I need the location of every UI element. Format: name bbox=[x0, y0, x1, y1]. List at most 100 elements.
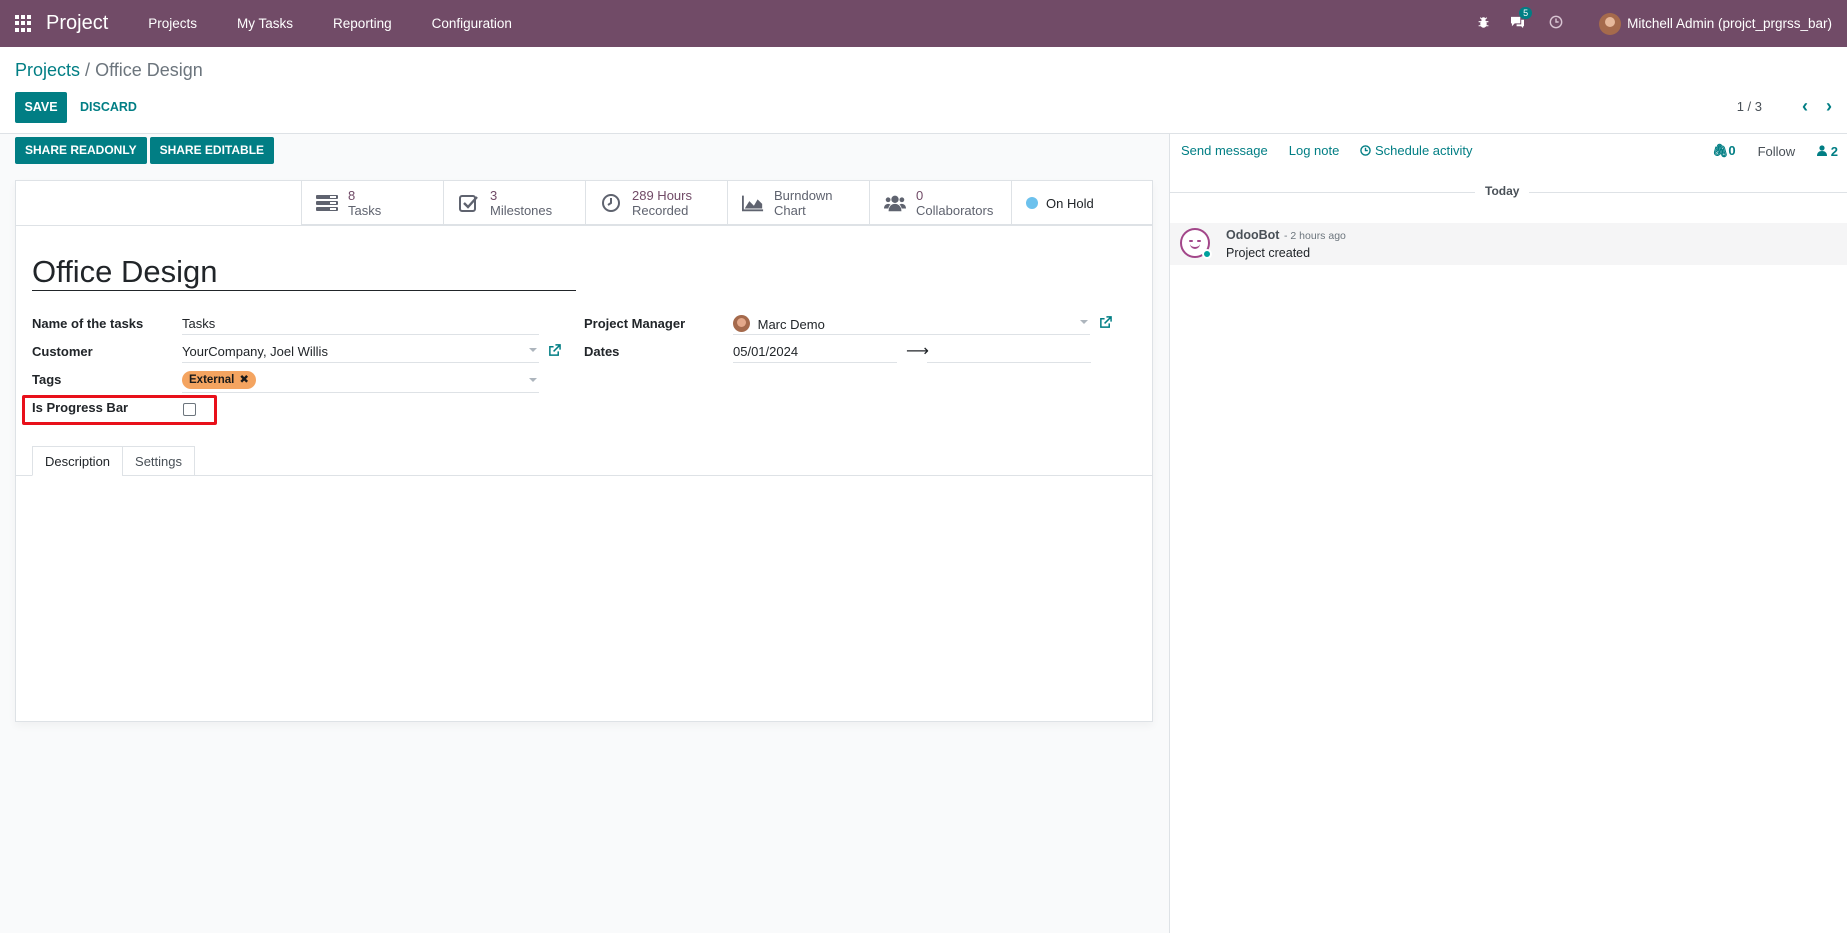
follower-user-icon bbox=[1817, 144, 1828, 156]
name-of-tasks-label: Name of the tasks bbox=[32, 316, 144, 331]
dates-label: Dates bbox=[584, 344, 620, 359]
project-manager-label: Project Manager bbox=[584, 316, 686, 331]
project-manager-dropdown-caret-icon[interactable] bbox=[1080, 320, 1088, 324]
schedule-activity-button[interactable]: Schedule activity bbox=[1360, 142, 1473, 158]
customer-select[interactable]: YourCompany, Joel Willis bbox=[182, 343, 539, 363]
message-time: - 2 hours ago bbox=[1284, 230, 1346, 242]
menu-reporting[interactable]: Reporting bbox=[313, 0, 412, 47]
menu-my-tasks[interactable]: My Tasks bbox=[217, 0, 313, 47]
burndown-chart-smart-button[interactable]: Burndown Chart bbox=[727, 181, 869, 225]
notebook-tabs: Description Settings bbox=[32, 446, 196, 476]
follow-button[interactable]: Follow bbox=[1758, 144, 1796, 159]
tags-input[interactable]: External ✖ bbox=[182, 370, 539, 393]
clock-icon bbox=[600, 192, 622, 214]
tasks-label: Tasks bbox=[348, 203, 382, 218]
breadcrumb-projects-link[interactable]: Projects bbox=[15, 60, 80, 80]
pager: 1 / 3 ‹ › bbox=[1737, 97, 1832, 115]
is-progress-bar-checkbox[interactable] bbox=[183, 403, 196, 416]
paperclip-icon: 🖇 bbox=[1711, 143, 1729, 158]
send-message-button[interactable]: Send message bbox=[1181, 143, 1268, 158]
form-statusbar: SHARE READONLY SHARE EDITABLE bbox=[15, 137, 277, 164]
tab-settings[interactable]: Settings bbox=[122, 446, 196, 476]
share-readonly-button[interactable]: SHARE READONLY bbox=[15, 137, 147, 164]
project-manager-value: Marc Demo bbox=[757, 317, 825, 332]
menu-configuration[interactable]: Configuration bbox=[412, 0, 532, 47]
top-navbar: Project Projects My Tasks Reporting Conf… bbox=[0, 0, 1847, 47]
share-editable-button[interactable]: SHARE EDITABLE bbox=[149, 137, 275, 164]
pager-previous-icon[interactable]: ‹ bbox=[1802, 97, 1808, 115]
app-brand[interactable]: Project bbox=[46, 12, 108, 35]
attachments-count: 0 bbox=[1728, 143, 1736, 158]
tab-description[interactable]: Description bbox=[32, 446, 124, 476]
milestones-label: Milestones bbox=[490, 203, 553, 218]
status-label: On Hold bbox=[1046, 195, 1094, 211]
user-name: Mitchell Admin (projct_prgrss_bar) bbox=[1627, 16, 1832, 31]
burndown-line2: Chart bbox=[774, 203, 806, 218]
burndown-line1: Burndown bbox=[774, 188, 833, 203]
tag-remove-icon[interactable]: ✖ bbox=[239, 371, 249, 389]
activity-clock-icon[interactable] bbox=[1549, 15, 1563, 32]
milestones-smart-button[interactable]: 3 Milestones bbox=[443, 181, 585, 225]
is-progress-bar-label: Is Progress Bar bbox=[32, 400, 129, 415]
debug-bug-icon[interactable] bbox=[1477, 16, 1490, 32]
form-sheet: 8 Tasks 3 Milestones 289 Hours Recorded Bur… bbox=[15, 180, 1153, 722]
tasks-list-icon bbox=[316, 192, 338, 214]
smart-buttons: 8 Tasks 3 Milestones 289 Hours Recorded Bur… bbox=[301, 181, 1153, 225]
date-separator-label: Today bbox=[1475, 184, 1530, 198]
chatter-topbar-right: 🖇0 Follow 2 bbox=[1690, 143, 1838, 159]
attachments-button[interactable]: 🖇0 bbox=[1712, 143, 1736, 159]
manager-external-link-icon[interactable] bbox=[1099, 316, 1112, 332]
tags-label: Tags bbox=[32, 372, 62, 387]
collaborators-count: 0 bbox=[916, 188, 924, 203]
menu-projects[interactable]: Projects bbox=[128, 0, 217, 47]
log-note-button[interactable]: Log note bbox=[1289, 143, 1340, 158]
pager-next-icon[interactable]: › bbox=[1826, 97, 1832, 115]
tasks-smart-button[interactable]: 8 Tasks bbox=[301, 181, 443, 225]
collaborators-smart-button[interactable]: 0 Collaborators bbox=[869, 181, 1011, 225]
message-author: OdooBot bbox=[1226, 228, 1280, 242]
breadcrumb-current: Office Design bbox=[95, 60, 203, 80]
tag-external-label: External bbox=[189, 374, 235, 386]
breadcrumb: Projects / Office Design bbox=[15, 60, 203, 81]
pager-value[interactable]: 1 / 3 bbox=[1737, 99, 1762, 114]
hours-recorded-value: 289 Hours bbox=[632, 188, 692, 203]
odoobot-avatar bbox=[1180, 228, 1212, 259]
date-start-input[interactable]: 05/01/2024 bbox=[733, 343, 897, 363]
user-menu[interactable]: Mitchell Admin (projct_prgrss_bar) bbox=[1599, 12, 1832, 35]
date-end-input[interactable] bbox=[927, 343, 1091, 363]
followers-count: 2 bbox=[1830, 143, 1838, 159]
date-range-arrow-icon: ⟶ bbox=[906, 343, 929, 360]
area-chart-icon bbox=[742, 192, 764, 214]
status-smart-button[interactable]: On Hold bbox=[1011, 181, 1153, 225]
manager-avatar bbox=[733, 315, 750, 332]
hours-recorded-label: Recorded bbox=[632, 203, 689, 218]
customer-label: Customer bbox=[32, 344, 93, 359]
customer-external-link-icon[interactable] bbox=[548, 344, 561, 360]
tasks-count: 8 bbox=[348, 188, 356, 203]
schedule-activity-label: Schedule activity bbox=[1374, 142, 1473, 158]
discard-button[interactable]: DISCARD bbox=[80, 92, 137, 123]
tags-dropdown-caret-icon[interactable] bbox=[529, 378, 537, 382]
chatter: Send message Log note Schedule activity … bbox=[1169, 134, 1847, 933]
message-body: Project created bbox=[1226, 246, 1311, 260]
name-of-tasks-input[interactable]: Tasks bbox=[182, 315, 539, 335]
messages-icon[interactable]: 5 bbox=[1510, 6, 1533, 32]
customer-value: YourCompany, Joel Willis bbox=[182, 344, 328, 359]
tag-external: External ✖ bbox=[182, 371, 257, 389]
followers-button[interactable]: 2 bbox=[1817, 144, 1838, 159]
project-manager-select[interactable]: Marc Demo bbox=[733, 315, 1090, 335]
customer-dropdown-caret-icon[interactable] bbox=[529, 348, 537, 352]
systray: 5 Mitchell Admin (projct_prgrss_bar) bbox=[1460, 0, 1832, 47]
breadcrumb-separator: / bbox=[85, 60, 91, 80]
messages-badge: 5 bbox=[1519, 6, 1533, 19]
hours-recorded-smart-button[interactable]: 289 Hours Recorded bbox=[585, 181, 727, 225]
apps-menu-icon[interactable] bbox=[15, 14, 33, 33]
project-name-input[interactable]: Office Design bbox=[32, 253, 576, 291]
control-panel: Projects / Office Design SAVE DISCARD 1 … bbox=[0, 47, 1847, 134]
form-area: SHARE READONLY SHARE EDITABLE 8 Tasks 3 Mi… bbox=[0, 134, 1169, 933]
users-icon bbox=[884, 192, 906, 214]
save-button[interactable]: SAVE bbox=[15, 92, 67, 123]
status-dot-icon bbox=[1026, 197, 1038, 209]
user-avatar bbox=[1599, 12, 1622, 35]
main-menu: Projects My Tasks Reporting Configuratio… bbox=[128, 0, 532, 47]
